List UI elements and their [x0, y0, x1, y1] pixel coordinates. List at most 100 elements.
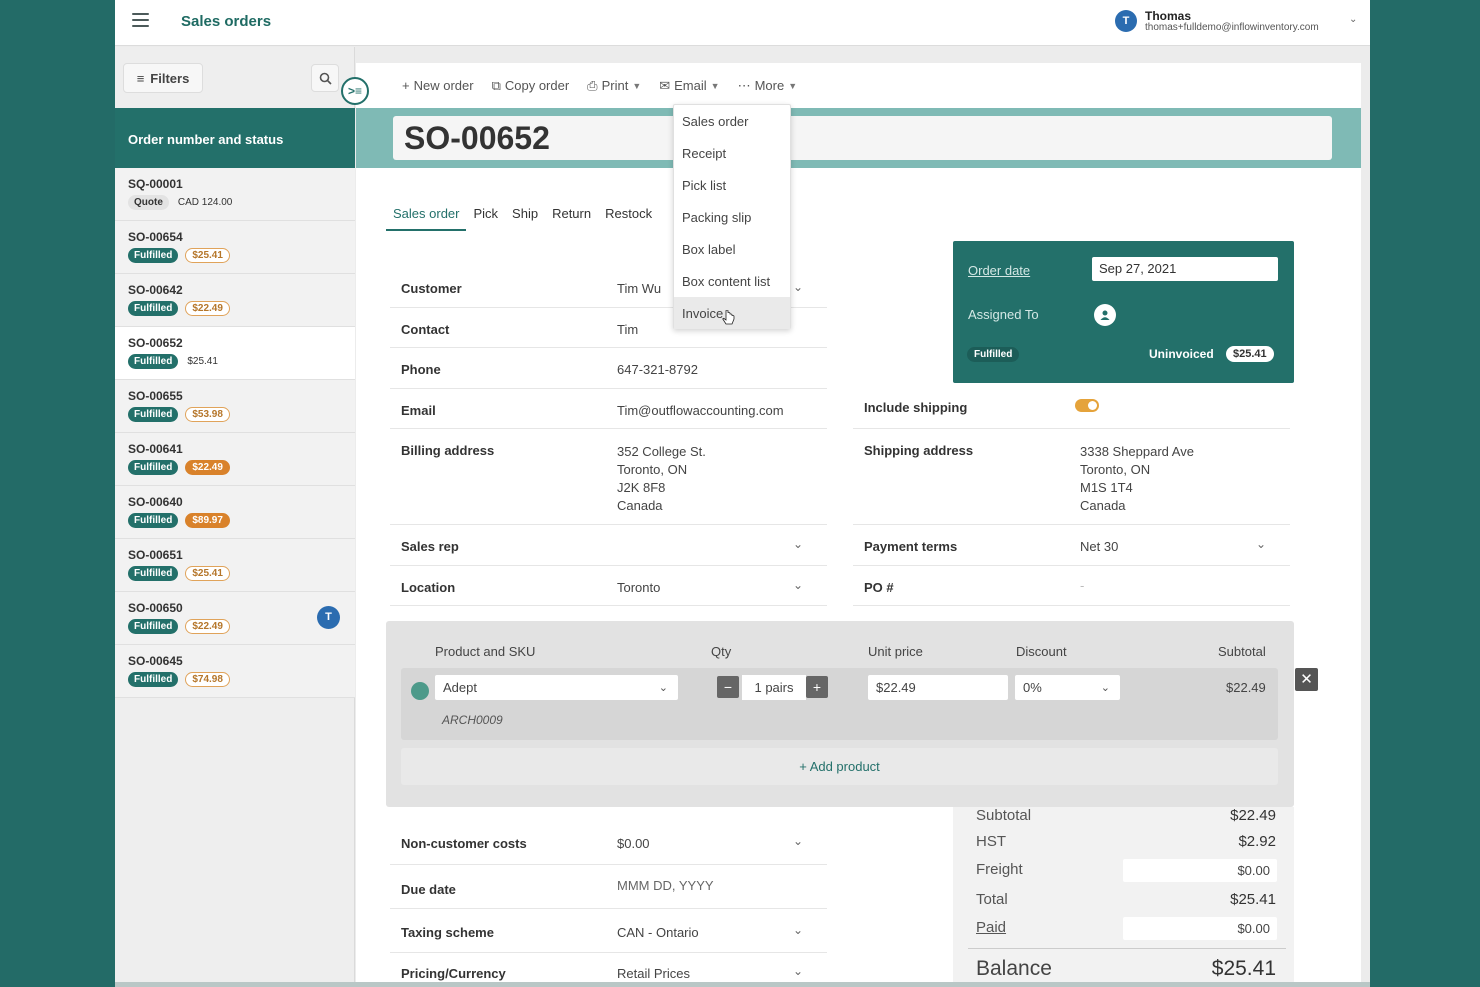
payment-terms-value[interactable]: Net 30 — [1080, 539, 1118, 554]
email-label: Email — [674, 78, 707, 93]
user-email[interactable]: thomas+fulldemo@inflowinventory.com — [1145, 22, 1319, 33]
billing-address-row[interactable]: Billing address 352 College St. Toronto,… — [390, 429, 827, 525]
tab-return[interactable]: Return — [545, 203, 598, 231]
email-row[interactable]: Email Tim@outflowaccounting.com — [390, 389, 827, 429]
chevron-down-icon[interactable]: ⌄ — [1349, 14, 1357, 25]
chevron-down-icon[interactable]: ⌄ — [793, 923, 803, 937]
collapse-sidebar-button[interactable]: >≡ — [341, 77, 369, 105]
col-header-discount: Discount — [1016, 644, 1067, 659]
order-date-label[interactable]: Order date — [968, 263, 1030, 278]
po-row[interactable]: PO # - — [853, 566, 1290, 606]
order-date-input[interactable]: Sep 27, 2021 — [1092, 257, 1278, 281]
copy-order-button[interactable]: ⧉ Copy order — [492, 78, 570, 94]
order-list-item[interactable]: SQ-00001 Quote CAD 124.00 — [115, 168, 355, 221]
order-meta: Fulfilled $22.49 — [128, 460, 355, 475]
user-name[interactable]: Thomas — [1145, 9, 1191, 23]
email-button[interactable]: ✉ Email ▼ — [659, 78, 719, 94]
phone-value[interactable]: 647-321-8792 — [617, 362, 698, 377]
tab-ship[interactable]: Ship — [505, 203, 545, 231]
non-customer-costs-row[interactable]: Non-customer costs $0.00 ⌄ — [390, 821, 827, 865]
print-button[interactable]: ⎙ Print ▼ — [587, 78, 641, 94]
shipping-address-value[interactable]: 3338 Sheppard Ave Toronto, ON M1S 1T4 Ca… — [1080, 443, 1194, 515]
bottom-scrollbar[interactable] — [115, 982, 1370, 987]
add-product-button[interactable]: + Add product — [401, 748, 1278, 785]
order-list-item[interactable]: SO-00650 Fulfilled $22.49 T — [115, 592, 355, 645]
assign-user-button[interactable] — [1094, 304, 1116, 326]
chevron-down-icon[interactable]: ⌄ — [793, 834, 803, 848]
menu-item-packing-slip[interactable]: Packing slip — [674, 201, 790, 233]
tab-pick[interactable]: Pick — [466, 203, 505, 231]
chevron-down-icon[interactable]: ⌄ — [793, 964, 803, 978]
phone-row[interactable]: Phone 647-321-8792 — [390, 348, 827, 389]
chevron-down-icon[interactable]: ⌄ — [793, 578, 803, 592]
po-value[interactable]: - — [1080, 578, 1084, 593]
page-title: Sales orders — [181, 13, 272, 30]
subtotal-value: $22.49 — [1230, 807, 1276, 824]
tab-restock[interactable]: Restock — [598, 203, 659, 231]
billing-line: Canada — [617, 498, 663, 513]
taxing-scheme-value[interactable]: CAN - Ontario — [617, 925, 699, 940]
search-button[interactable] — [311, 64, 339, 92]
order-list-item[interactable]: SO-00641 Fulfilled $22.49 — [115, 433, 355, 486]
payment-terms-row[interactable]: Payment terms Net 30 ⌄ — [853, 525, 1290, 566]
customer-value[interactable]: Tim Wu — [617, 281, 661, 296]
order-number[interactable]: SO-00652 — [393, 116, 1332, 160]
order-list-item[interactable]: SO-00645 Fulfilled $74.98 — [115, 645, 355, 698]
billing-line: J2K 8F8 — [617, 480, 666, 495]
order-list-item[interactable]: SO-00652 Fulfilled $25.41 — [115, 327, 355, 380]
order-meta: Quote CAD 124.00 — [128, 195, 355, 210]
qty-decrement-button[interactable]: − — [717, 676, 739, 698]
order-number: SO-00645 — [128, 654, 183, 668]
plus-icon: + — [402, 78, 410, 93]
col-header-product: Product and SKU — [435, 644, 536, 659]
order-info-card: Order date Sep 27, 2021 Assigned To Fulf… — [953, 241, 1294, 383]
non-customer-costs-value[interactable]: $0.00 — [617, 836, 650, 851]
menu-item-receipt[interactable]: Receipt — [674, 137, 790, 169]
product-select[interactable]: Adept ⌄ — [435, 675, 678, 700]
billing-address-value[interactable]: 352 College St. Toronto, ON J2K 8F8 Cana… — [617, 443, 706, 515]
list-header[interactable]: Order number and status — [115, 108, 355, 168]
shipping-address-row[interactable]: Shipping address 3338 Sheppard Ave Toron… — [853, 429, 1290, 525]
email-value[interactable]: Tim@outflowaccounting.com — [617, 403, 784, 418]
new-order-button[interactable]: + New order — [402, 78, 474, 93]
taxing-scheme-row[interactable]: Taxing scheme CAN - Ontario ⌄ — [390, 909, 827, 953]
paid-label[interactable]: Paid — [976, 919, 1006, 936]
unit-price-input[interactable]: $22.49 — [868, 675, 1008, 700]
order-header-band: SO-00652 — [356, 108, 1361, 168]
include-shipping-toggle[interactable] — [1075, 399, 1099, 412]
order-list-item[interactable]: SO-00640 Fulfilled $89.97 — [115, 486, 355, 539]
order-list-item[interactable]: SO-00651 Fulfilled $25.41 — [115, 539, 355, 592]
pricing-currency-value[interactable]: Retail Prices — [617, 966, 690, 981]
hamburger-menu-icon[interactable] — [132, 13, 149, 27]
filters-button[interactable]: ≡ Filters — [123, 63, 203, 93]
tab-sales-order[interactable]: Sales order — [386, 203, 467, 231]
location-value[interactable]: Toronto — [617, 580, 660, 595]
due-date-input[interactable]: MMM DD, YYYY — [617, 878, 714, 893]
order-list-item[interactable]: SO-00654 Fulfilled $25.41 — [115, 221, 355, 274]
contact-value[interactable]: Tim — [617, 322, 638, 337]
chevron-down-icon[interactable]: ⌄ — [793, 537, 803, 551]
remove-row-button[interactable]: ✕ — [1295, 668, 1318, 691]
qty-increment-button[interactable]: + — [806, 676, 828, 698]
menu-item-sales-order[interactable]: Sales order — [674, 105, 790, 137]
user-icon — [1100, 310, 1110, 320]
menu-item-pick-list[interactable]: Pick list — [674, 169, 790, 201]
user-avatar[interactable]: T — [1115, 10, 1137, 32]
location-row[interactable]: Location Toronto ⌄ — [390, 566, 827, 606]
copy-icon: ⧉ — [491, 77, 501, 93]
freight-input[interactable]: $0.00 — [1123, 859, 1277, 882]
menu-item-box-label[interactable]: Box label — [674, 233, 790, 265]
discount-select[interactable]: 0% ⌄ — [1015, 675, 1120, 700]
email-dropdown-menu: Sales order Receipt Pick list Packing slip B… — [673, 104, 791, 329]
due-date-row[interactable]: Due date MMM DD, YYYY — [390, 865, 827, 909]
col-header-subtotal: Subtotal — [1218, 644, 1266, 659]
qty-input[interactable]: 1 pairs — [742, 675, 806, 700]
order-list-item[interactable]: SO-00655 Fulfilled $53.98 — [115, 380, 355, 433]
chevron-down-icon[interactable]: ⌄ — [1256, 537, 1266, 551]
more-button[interactable]: ⋯ More ▼ — [738, 78, 798, 94]
sales-rep-row[interactable]: Sales rep ⌄ — [390, 525, 827, 566]
paid-input[interactable]: $0.00 — [1123, 917, 1277, 940]
chevron-down-icon[interactable]: ⌄ — [793, 280, 803, 294]
order-list-item[interactable]: SO-00642 Fulfilled $22.49 — [115, 274, 355, 327]
menu-item-box-content-list[interactable]: Box content list — [674, 265, 790, 297]
